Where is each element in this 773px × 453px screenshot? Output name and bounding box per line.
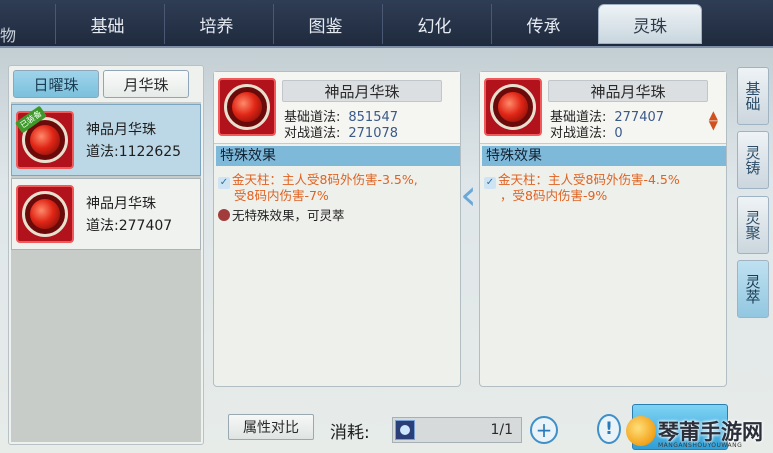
special-effect-line: ✓ 金天柱：主人受8码外伤害-3.5%, <box>218 172 418 189</box>
orb-subtabs: 日曜珠 月华珠 <box>13 70 189 98</box>
moon-orb-icon <box>218 78 276 136</box>
card-title: 神品月华珠 <box>548 80 708 102</box>
subtab-sun-orb[interactable]: 日曜珠 <box>13 70 99 98</box>
side-button-forge[interactable]: 灵铸 <box>737 131 769 189</box>
orb-list: 已装备 神品月华珠 道法:1122625 神品月华珠 道法:277407 <box>11 102 201 442</box>
watermark-logo-icon <box>626 416 656 446</box>
battle-stat: 对战道法: 271078 <box>284 126 399 141</box>
cost-label: 消耗: <box>330 423 370 443</box>
side-button-refine[interactable]: 灵萃 <box>737 260 769 318</box>
corner-glyph: 物 <box>0 26 17 45</box>
watermark-subtext: MANGANSHOUYOUWANG <box>658 442 743 449</box>
moon-orb-icon <box>16 185 74 243</box>
current-orb-card: 神品月华珠 基础道法: 851547 对战道法: 271078 特殊效果 ✓ 金天柱：… <box>213 71 461 387</box>
check-icon: ✓ <box>218 177 230 189</box>
subtab-moon-orb[interactable]: 月华珠 <box>103 70 189 98</box>
moon-orb-icon <box>484 78 542 136</box>
tab-cultivate[interactable]: 培养 <box>164 4 268 44</box>
watermark: 琴莆手游网 MANGANSHOUYOUWANG <box>626 410 773 453</box>
cost-quantity: 1/1 <box>490 422 513 438</box>
special-effect-line: 受8码内伤害-7% <box>234 188 329 203</box>
up-down-arrow-icon: ▲ ▼ <box>708 108 718 132</box>
new-orb-card: 神品月华珠 基础道法: 277407 对战道法: 0 ▲ ▼ 特殊效果 ✓ 金天柱：主人… <box>479 71 727 387</box>
special-effect-line: ，受8码内伤害-9% <box>500 188 608 203</box>
card-title: 神品月华珠 <box>282 80 442 102</box>
add-material-button[interactable]: + <box>530 416 558 444</box>
card-header: 神品月华珠 基础道法: 851547 对战道法: 271078 <box>214 72 460 144</box>
special-effect-line: ✓ 金天柱：主人受8码外伤害-4.5% <box>484 172 680 189</box>
orb-value: 道法:1122625 <box>86 144 182 160</box>
side-button-gather[interactable]: 灵聚 <box>737 196 769 254</box>
tab-transform[interactable]: 幻化 <box>382 4 486 44</box>
side-button-basic[interactable]: 基础 <box>737 67 769 125</box>
top-tab-bar: 物 基础 培养 图鉴 幻化 传承 灵珠 <box>0 0 773 48</box>
check-icon: ✓ <box>484 177 496 189</box>
dot-icon <box>218 209 230 221</box>
attribute-compare-button[interactable]: 属性对比 <box>228 414 314 440</box>
special-effect-title: 特殊效果 <box>216 146 460 166</box>
list-item[interactable]: 已装备 神品月华珠 道法:1122625 <box>11 104 201 176</box>
tab-spirit-orb[interactable]: 灵珠 <box>598 4 702 44</box>
special-effect-title: 特殊效果 <box>482 146 726 166</box>
list-item[interactable]: 神品月华珠 道法:277407 <box>11 178 201 250</box>
tab-inherit[interactable]: 传承 <box>491 4 595 44</box>
orb-name: 神品月华珠 <box>86 122 156 138</box>
tab-basic[interactable]: 基础 <box>55 4 159 44</box>
card-header: 神品月华珠 基础道法: 277407 对战道法: 0 ▲ ▼ <box>480 72 726 144</box>
no-effect-line: 无特殊效果，可灵萃 <box>218 208 345 224</box>
orb-name: 神品月华珠 <box>86 196 156 212</box>
tab-atlas[interactable]: 图鉴 <box>273 4 377 44</box>
cost-material-slot: 1/1 <box>392 417 522 443</box>
moon-orb-icon: 已装备 <box>14 105 74 169</box>
battle-stat: 对战道法: 0 <box>550 126 623 141</box>
material-icon[interactable] <box>395 420 415 440</box>
info-button[interactable]: ! <box>597 414 621 444</box>
orb-list-panel: 日曜珠 月华珠 已装备 神品月华珠 道法:1122625 神品月华珠 道法:27… <box>8 65 204 445</box>
orb-value: 道法:277407 <box>86 218 173 234</box>
